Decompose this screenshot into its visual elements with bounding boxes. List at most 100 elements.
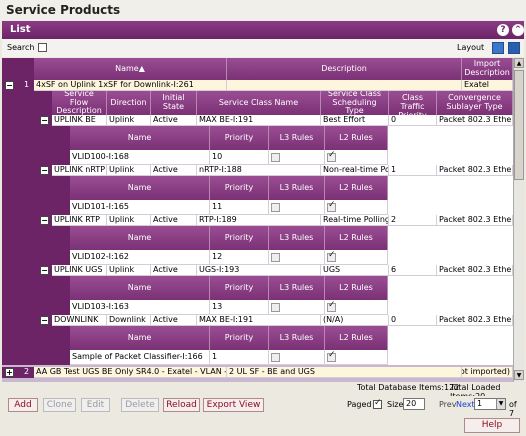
rule-header-l3[interactable]: L3 Rules [269,326,325,350]
scroll-thumb[interactable] [514,70,524,180]
flow-row-gutter: − [2,165,52,176]
rule-header-l3[interactable]: L3 Rules [269,276,325,300]
scroll-down-icon[interactable]: ▼ [514,370,524,380]
flow-header-sched[interactable]: Service Class Scheduling Type [321,91,389,115]
rule-row[interactable]: VLID101-I:165 11 [2,200,513,215]
column-header-name[interactable]: Name ▲ [34,58,227,80]
flow-scheduling: Real-time Polling [321,215,389,226]
rule-header-gutter [2,226,70,250]
service-flow-row[interactable]: − UPLINK BE Uplink Active MAX BE-I:191 B… [2,115,513,126]
reload-button[interactable]: Reload [163,398,200,412]
flow-header-conv[interactable]: Convergence Sublayer Type [437,91,513,115]
l2-rules-checkbox[interactable] [327,251,336,262]
flow-header-class[interactable]: Service Class Name [197,91,321,115]
expand-product-icon[interactable]: + [5,368,14,377]
l2-rules-checkbox[interactable] [327,301,336,312]
flow-description: UPLINK BE [52,115,107,126]
rule-header-filler [388,326,513,350]
rule-header-priority[interactable]: Priority [210,276,269,300]
l2-rules-checkbox[interactable] [327,151,336,162]
sort-ascending-icon: ▲ [138,63,145,73]
collapse-flow-icon[interactable]: − [40,116,49,125]
rule-header-priority[interactable]: Priority [210,226,269,250]
chevron-down-icon[interactable]: ▼ [496,399,505,409]
flow-header-desc[interactable]: Service Flow Description [52,91,107,115]
product-name: 4xSF on Uplink 1xSF for Downlink-I:261 [34,80,227,91]
rule-header-l2[interactable]: L2 Rules [325,326,388,350]
flow-header-direction[interactable]: Direction [107,91,151,115]
next-link[interactable]: Next [456,400,475,409]
layout-options-icon[interactable] [492,42,504,54]
rule-name: Sample of Packet Classifier-I:166 [70,350,210,365]
collapse-icon[interactable]: ⌃ [512,24,524,36]
flow-convergence: Packet 802.3 Ethernet [437,165,513,176]
rule-header-l3[interactable]: L3 Rules [269,226,325,250]
rule-header-priority[interactable]: Priority [210,126,269,150]
product-row[interactable]: − 1 4xSF on Uplink 1xSF for Downlink-I:2… [2,80,513,91]
flow-header-state[interactable]: Initial State [151,91,197,115]
flow-traffic-priority: 2 [389,215,437,226]
flow-header-traffic[interactable]: Service Class Traffic Priority [389,91,437,115]
l3-rules-checkbox[interactable] [271,352,280,362]
page-size-input[interactable]: 20 [403,398,425,410]
service-flow-row[interactable]: − UPLINK nRTP Uplink Active nRTP-I:188 N… [2,165,513,176]
rule-header-l2[interactable]: L2 Rules [325,226,388,250]
rule-header-name[interactable]: Name [70,326,210,350]
rule-header-l2[interactable]: L2 Rules [325,126,388,150]
rule-header-priority[interactable]: Priority [210,176,269,200]
flow-description: UPLINK nRTP [52,165,107,176]
l3-rules-checkbox[interactable] [271,302,280,312]
rule-header-name[interactable]: Name [70,176,210,200]
help-icon[interactable]: ? [497,24,509,36]
collapse-product-icon[interactable]: − [5,81,14,90]
l2-rules-checkbox[interactable] [327,351,336,362]
service-flow-row[interactable]: − UPLINK RTP Uplink Active RTP-I:189 Rea… [2,215,513,226]
rule-header-gutter [2,126,70,150]
prev-link[interactable]: Prev [439,400,456,409]
rule-l3-cell [269,200,325,215]
save-layout-icon[interactable] [508,42,520,54]
collapse-flow-icon[interactable]: − [40,316,49,325]
l2-rules-checkbox[interactable] [327,201,336,212]
column-header-import[interactable]: Import Description [462,58,513,80]
collapse-flow-icon[interactable]: − [40,266,49,275]
help-button[interactable]: Help [464,418,520,433]
service-flow-row[interactable]: − DOWNLINK Downlink Active MAX BE-I:191 … [2,315,513,326]
column-header-description[interactable]: Description [227,58,462,80]
rule-l2-cell [325,150,388,165]
rule-row[interactable]: VLID103-I:163 13 [2,300,513,315]
service-flow-row[interactable]: − UPLINK UGS Uplink Active UGS-I:193 UGS… [2,265,513,276]
clone-button[interactable]: Clone [43,398,76,412]
rule-header-l2[interactable]: L2 Rules [325,276,388,300]
rule-row[interactable]: VLID102-I:162 12 [2,250,513,265]
paged-label: Paged [347,400,372,409]
page-select[interactable]: 1 ▼ [474,398,506,410]
rule-header-name[interactable]: Name [70,126,210,150]
rule-header-row: Name Priority L3 Rules L2 Rules [2,176,513,200]
paged-checkbox[interactable] [373,398,382,409]
rule-header-l2[interactable]: L2 Rules [325,176,388,200]
collapse-flow-icon[interactable]: − [40,216,49,225]
grid-vertical-scrollbar[interactable]: ▲ ▼ [513,58,524,382]
rule-header-name[interactable]: Name [70,276,210,300]
product-row[interactable]: + 2 AA GB Test UGS BE Only SR4.0 - Exate… [2,367,513,378]
rule-header-l3[interactable]: L3 Rules [269,126,325,150]
scroll-up-icon[interactable]: ▲ [514,58,524,68]
flow-class-name: UGS-I:193 [197,265,321,276]
rule-row[interactable]: VLID100-I:168 10 [2,150,513,165]
export-view-button[interactable]: Export View [203,398,264,412]
delete-button[interactable]: Delete [121,398,159,412]
rule-header-l3[interactable]: L3 Rules [269,176,325,200]
add-button[interactable]: Add [8,398,38,412]
rule-header-priority[interactable]: Priority [210,326,269,350]
l3-rules-checkbox[interactable] [271,202,280,212]
edit-button[interactable]: Edit [81,398,110,412]
l3-rules-checkbox[interactable] [271,152,280,162]
rule-header-name[interactable]: Name [70,226,210,250]
rule-name: VLID101-I:165 [70,200,210,215]
collapse-flow-icon[interactable]: − [40,166,49,175]
rule-priority: 11 [210,200,269,215]
l3-rules-checkbox[interactable] [271,252,280,262]
rule-row[interactable]: Sample of Packet Classifier-I:166 1 [2,350,513,365]
search-checkbox[interactable] [38,43,47,52]
